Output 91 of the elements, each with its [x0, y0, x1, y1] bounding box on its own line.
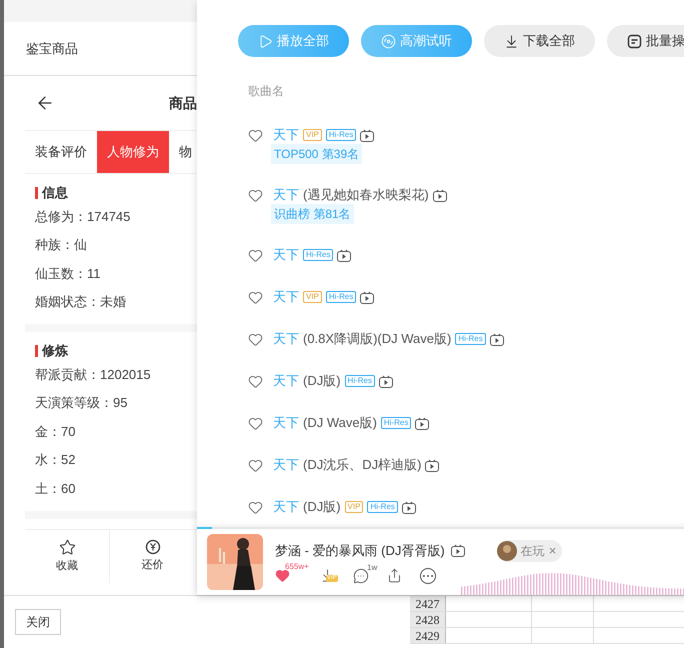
like-icon[interactable]: [248, 416, 263, 430]
quality-tag: Hi-Res: [303, 249, 334, 261]
batch-icon: [627, 34, 642, 48]
like-icon[interactable]: [248, 332, 263, 346]
song-title[interactable]: 天下: [273, 329, 299, 349]
comment-count: 1w: [367, 562, 378, 574]
like-count: 655w+: [285, 561, 309, 573]
price-tag-icon: [144, 539, 160, 556]
rank-tag[interactable]: 识曲榜 第81名: [271, 204, 354, 224]
song-version: (0.8X降调版)(DJ Wave版): [303, 330, 452, 348]
toolbar-button[interactable]: 播放全部: [238, 25, 349, 57]
song-title[interactable]: 天下: [273, 497, 299, 517]
like-icon[interactable]: [248, 374, 263, 388]
quality-tag: Hi-Res: [455, 333, 486, 345]
rank-tag[interactable]: TOP500 第39名: [271, 144, 362, 164]
tab[interactable]: 物: [169, 131, 192, 173]
star-icon: [58, 538, 76, 556]
video-icon[interactable]: [360, 290, 374, 304]
quality-tag: Hi-Res: [344, 375, 375, 387]
song-title[interactable]: 天下: [273, 455, 299, 475]
song-title[interactable]: 天下: [273, 185, 299, 205]
like-icon[interactable]: [248, 128, 263, 142]
section-heading: 信息: [42, 184, 68, 202]
row-number: 2429: [410, 628, 446, 643]
close-icon[interactable]: ×: [548, 540, 556, 560]
quality-tag: Hi-Res: [380, 417, 412, 429]
toolbar-button[interactable]: 高潮试听: [361, 25, 472, 57]
song-version: (DJ Wave版): [303, 414, 377, 432]
song-title[interactable]: 天下: [273, 245, 299, 265]
tab[interactable]: 人物修为: [97, 131, 169, 173]
section-heading: 修炼: [42, 342, 68, 360]
video-icon[interactable]: [415, 416, 430, 430]
comment-icon[interactable]: [353, 568, 369, 584]
tab[interactable]: 装备评价: [25, 131, 97, 173]
now-playing-title: 梦涵 - 爱的暴风雨 (DJ胥胥版): [275, 542, 445, 560]
row-number: 2428: [410, 612, 446, 627]
vip-tag: VIP: [344, 501, 364, 513]
song-version: (DJ沈乐、DJ梓迪版): [303, 456, 422, 474]
song-title[interactable]: 天下: [273, 125, 299, 145]
more-icon[interactable]: [420, 568, 436, 584]
quality-tag: Hi-Res: [367, 501, 398, 513]
info-field: 金：70: [35, 417, 197, 446]
vip-tag: VIP: [303, 129, 322, 141]
share-icon[interactable]: [387, 568, 402, 583]
download-icon: [504, 34, 519, 48]
toolbar-button[interactable]: 下载全部: [484, 25, 595, 57]
video-icon[interactable]: [402, 500, 416, 514]
avatar: [496, 540, 517, 560]
section-marker: [35, 345, 38, 357]
like-icon[interactable]: [248, 248, 263, 262]
info-field: 总修为：174745: [35, 202, 197, 230]
like-icon[interactable]: [248, 188, 263, 202]
like-icon[interactable]: [275, 568, 290, 583]
like-icon[interactable]: [248, 458, 263, 472]
play-icon: [258, 34, 273, 48]
info-field: 天演策等级：95: [35, 388, 197, 417]
quality-tag: Hi-Res: [326, 129, 356, 141]
disc-icon: [381, 34, 396, 48]
close-button[interactable]: 关闭: [15, 609, 61, 635]
quality-tag: Hi-Res: [326, 291, 356, 303]
like-icon[interactable]: [248, 290, 263, 304]
song-title[interactable]: 天下: [273, 287, 299, 307]
status-label: 在玩: [520, 542, 545, 560]
page-title: 鉴宝商品: [26, 40, 78, 58]
vip-tag: VIP: [303, 291, 322, 303]
info-field: 种族：仙: [35, 230, 197, 259]
video-icon[interactable]: [337, 248, 352, 262]
like-icon[interactable]: [248, 500, 263, 514]
song-version: (DJ版): [303, 498, 341, 516]
video-icon[interactable]: [360, 128, 374, 142]
song-version: (DJ版): [303, 372, 341, 390]
info-field: 帮派贡献：1202015: [35, 360, 197, 388]
bargain-button[interactable]: 还价: [110, 530, 195, 583]
info-field: 仙玉数：11: [35, 259, 197, 288]
info-field: 土：60: [35, 474, 197, 502]
song-version: (遇见她如春水映梨花): [303, 186, 429, 204]
column-header: 歌曲名: [248, 83, 285, 100]
video-icon[interactable]: [490, 332, 504, 346]
video-icon[interactable]: [379, 374, 393, 388]
section-marker: [35, 187, 38, 199]
video-icon[interactable]: [425, 458, 440, 472]
song-title[interactable]: 天下: [273, 371, 299, 391]
card-title: 商品: [169, 94, 197, 112]
info-field: 婚姻状态：未婚: [35, 288, 197, 316]
video-icon[interactable]: [432, 188, 447, 202]
row-number: 2427: [410, 596, 446, 611]
song-title[interactable]: 天下: [273, 413, 299, 433]
video-icon[interactable]: [450, 544, 465, 557]
favorite-button[interactable]: 收藏: [25, 530, 110, 583]
info-field: 水：52: [35, 446, 197, 474]
listening-chip[interactable]: 在玩 ×: [496, 540, 562, 562]
